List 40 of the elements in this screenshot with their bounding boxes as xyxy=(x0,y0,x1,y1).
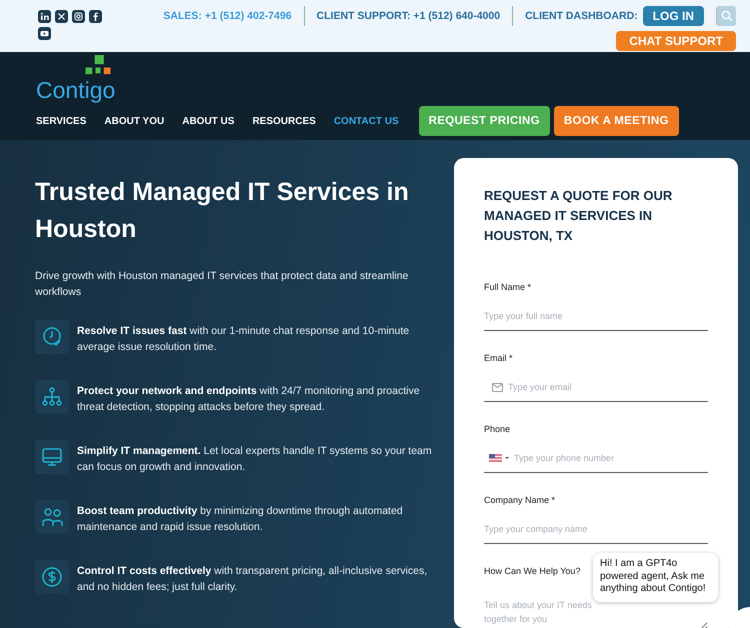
field-label: How Can We Help You? xyxy=(484,566,580,576)
email-field[interactable]: Type your email xyxy=(508,377,708,397)
field-label: Phone xyxy=(484,424,510,434)
field-label: Email * xyxy=(484,353,513,363)
nav-link[interactable]: SERVICES xyxy=(36,116,86,126)
feature-text: Control IT costs effectively with transparent pricing, all-inclusive services, and no hidden fees; just full clarity. xyxy=(77,564,428,595)
instagram-icon[interactable] xyxy=(72,10,85,23)
hero-subtitle: Drive growth with Houston managed IT services that protect data and streamline workflows xyxy=(35,269,410,300)
people-icon xyxy=(35,500,69,534)
nav-link[interactable]: RESOURCES xyxy=(252,116,316,126)
envelope-icon xyxy=(492,382,503,392)
hero-title: Trusted Managed IT Services in Houston xyxy=(35,177,410,245)
chat-tooltip: Hi! I am a GPT4o powered agent, Ask me anything about Contigo! xyxy=(593,553,718,602)
dashboard-label: CLIENT DASHBOARD: xyxy=(524,9,638,24)
youtube-icon[interactable] xyxy=(38,27,51,40)
phone-field[interactable]: Type your phone number xyxy=(514,448,708,468)
login-button[interactable]: LOG IN xyxy=(642,6,704,26)
x-social-icon[interactable] xyxy=(55,10,68,23)
logo-text[interactable]: Contigo xyxy=(36,77,116,103)
feature-text: Resolve IT issues fast with our 1-minute chat response and 10-minute average issue resolution time. xyxy=(77,324,410,355)
field-label: Company Name * xyxy=(484,495,556,505)
input-field[interactable]: Type your full name xyxy=(484,306,708,326)
field-label: Full Name * xyxy=(484,282,532,292)
linkedin-icon[interactable] xyxy=(38,10,51,23)
flag-dropdown-icon[interactable] xyxy=(489,454,509,462)
nav-link[interactable]: CONTACT US xyxy=(334,116,399,126)
feature-text: Protect your network and endpoints with 24/7 monitoring and proactive threat detection, stopping attacks before they spread. xyxy=(77,384,421,415)
facebook-icon[interactable] xyxy=(89,10,102,23)
input-field[interactable]: Type your company name xyxy=(484,519,708,539)
network-icon xyxy=(35,380,69,414)
clock-check-icon xyxy=(35,320,69,354)
form-title: REQUEST A QUOTE FOR OUR MANAGED IT SERVICES IN HOUSTON, TX xyxy=(484,187,674,245)
feature-text: Boost team productivity by minimizing downtime through automated maintenance and rapid issue resolution. xyxy=(77,504,404,535)
dollar-icon xyxy=(35,560,69,594)
logo-squares-icon xyxy=(83,55,113,75)
feature-text: Simplify IT management. Let local experts handle IT systems so your team can focus on growth and innovation. xyxy=(77,444,433,475)
contact-link[interactable]: CLIENT SUPPORT: +1 (512) 640-4000 xyxy=(304,6,514,26)
nav-link[interactable]: ABOUT YOU xyxy=(104,116,164,126)
nav-link[interactable]: ABOUT US xyxy=(182,116,234,126)
monitor-icon xyxy=(35,440,69,474)
